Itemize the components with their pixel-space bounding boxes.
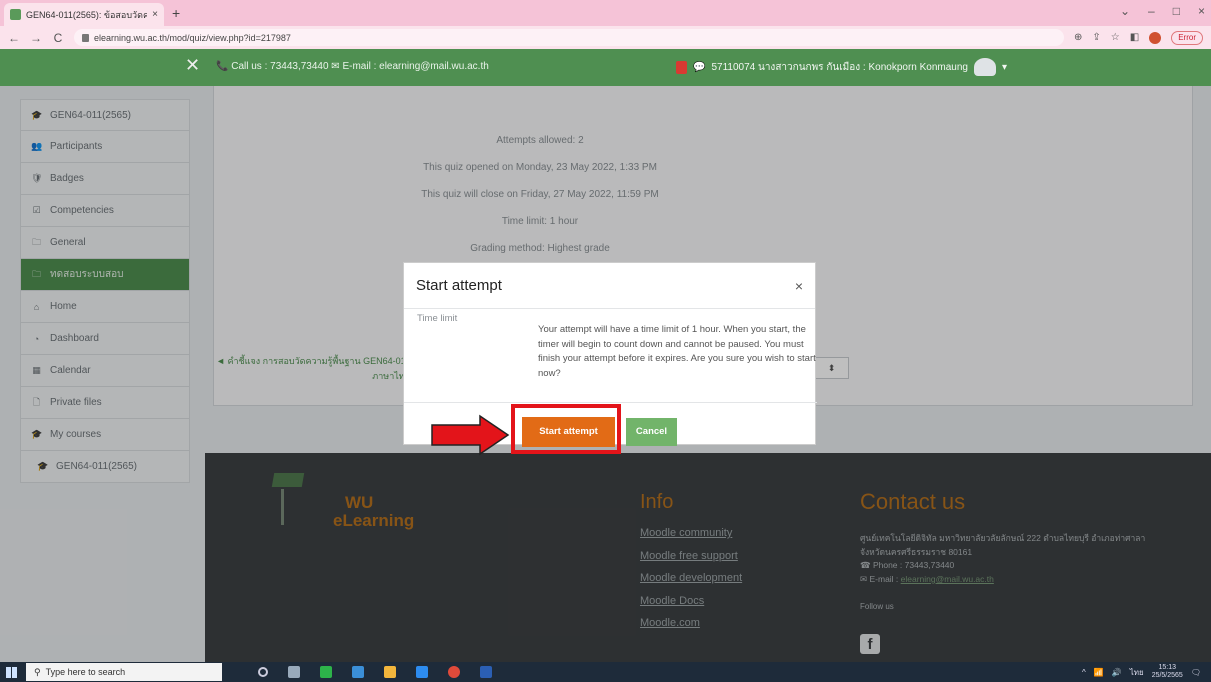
dialog-message: Your attempt will have a time limit of 1…: [538, 324, 816, 379]
red-arrow-icon: [431, 414, 510, 456]
browser-toolbar: ⊕ ⇪ ☆ ◧ Error: [1074, 30, 1203, 45]
taskbar-search-input[interactable]: ⚲ Type here to search: [26, 663, 222, 681]
user-name: 57110074 นางสาวกนกพร กันเมือง : Konokpor…: [711, 61, 968, 73]
search-icon: ⚲: [34, 666, 41, 677]
windows-taskbar: ⚲ Type here to search ^ 📶 🔊 ไทย 15:13 25…: [0, 662, 1211, 682]
bookmark-star-icon[interactable]: ☆: [1111, 32, 1120, 43]
wifi-icon[interactable]: 📶: [1094, 668, 1104, 677]
share-icon[interactable]: ⇪: [1092, 32, 1100, 43]
chevron-down-icon[interactable]: ▾: [1002, 62, 1007, 73]
chrome-icon[interactable]: [448, 666, 460, 678]
line-app-icon[interactable]: [320, 666, 332, 678]
contact-info: 📞 Call us : 73443,73440 ✉ E-mail : elear…: [216, 61, 489, 72]
url-input[interactable]: elearning.wu.ac.th/mod/quiz/view.php?id=…: [74, 29, 1065, 46]
dialog-divider: [404, 402, 817, 403]
user-menu[interactable]: 💬 57110074 นางสาวกนกพร กันเมือง : Konokp…: [676, 58, 1007, 76]
lock-icon: [82, 33, 89, 42]
url-text: elearning.wu.ac.th/mod/quiz/view.php?id=…: [94, 32, 291, 43]
system-tray: ^ 📶 🔊 ไทย 15:13 25/5/2565 🗨: [1082, 664, 1201, 680]
maximize-button[interactable]: □: [1173, 4, 1180, 18]
close-drawer-icon[interactable]: ✕: [185, 55, 200, 76]
avatar[interactable]: [973, 58, 996, 76]
profile-icon[interactable]: [1149, 31, 1162, 44]
notification-icon[interactable]: [676, 60, 687, 74]
task-view-icon[interactable]: [288, 666, 300, 678]
cortana-icon[interactable]: [258, 667, 268, 677]
reload-icon[interactable]: C: [52, 31, 64, 45]
word-icon[interactable]: [480, 666, 492, 678]
volume-icon[interactable]: 🔊: [1112, 668, 1122, 677]
windows-logo-icon: [5, 666, 17, 678]
taskbar-clock[interactable]: 15:13 25/5/2565: [1152, 664, 1183, 680]
error-button[interactable]: Error: [1171, 30, 1203, 45]
new-tab-button[interactable]: +: [172, 5, 180, 21]
dialog-header: Start attempt ×: [404, 263, 815, 309]
cancel-button[interactable]: Cancel: [626, 418, 677, 446]
close-icon[interactable]: ×: [795, 278, 803, 294]
dialog-title: Start attempt: [416, 277, 502, 294]
close-window-button[interactable]: ×: [1198, 4, 1205, 18]
tab-search-icon[interactable]: ⌄: [1120, 4, 1130, 18]
taskbar-apps: [258, 666, 492, 678]
site-favicon-icon: [10, 9, 21, 20]
clock-time: 15:13: [1158, 664, 1177, 671]
app-icon[interactable]: [352, 666, 364, 678]
browser-tab-bar: GEN64-011(2565): ข้อสอบวัดความ × + ⌄ – □…: [0, 0, 1211, 26]
forward-icon[interactable]: →: [30, 31, 42, 45]
chat-icon[interactable]: 💬: [693, 62, 705, 73]
zoom-app-icon[interactable]: [416, 666, 428, 678]
windows-start-button[interactable]: [0, 662, 22, 682]
site-top-bar: ✕ 📞 Call us : 73443,73440 ✉ E-mail : ele…: [0, 49, 1211, 86]
highlight-annotation: [511, 404, 621, 454]
minimize-button[interactable]: –: [1148, 4, 1155, 18]
time-limit-label: Time limit: [417, 313, 458, 324]
browser-tab[interactable]: GEN64-011(2565): ข้อสอบวัดความ ×: [4, 3, 164, 26]
tab-close-icon[interactable]: ×: [152, 9, 158, 20]
tray-chevron-icon[interactable]: ^: [1082, 668, 1086, 677]
window-controls: ⌄ – □ ×: [1120, 4, 1205, 18]
file-explorer-icon[interactable]: [384, 666, 396, 678]
language-indicator[interactable]: ไทย: [1130, 666, 1144, 679]
tab-title: GEN64-011(2565): ข้อสอบวัดความ: [26, 9, 148, 20]
back-icon[interactable]: ←: [8, 31, 20, 45]
notifications-icon[interactable]: 🗨: [1191, 668, 1201, 677]
sidepanel-icon[interactable]: ◧: [1130, 32, 1139, 43]
zoom-icon[interactable]: ⊕: [1074, 32, 1082, 43]
search-placeholder: Type here to search: [45, 667, 126, 677]
clock-date: 25/5/2565: [1151, 672, 1183, 679]
address-bar: ← → C elearning.wu.ac.th/mod/quiz/view.p…: [0, 26, 1211, 49]
